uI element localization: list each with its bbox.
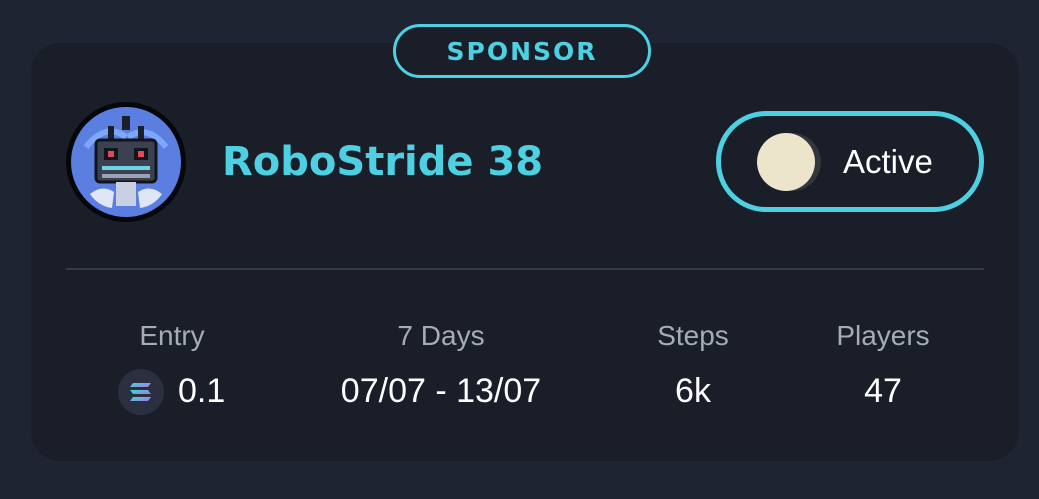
challenge-title: RoboStride 38 — [222, 139, 544, 185]
toggle-knob[interactable] — [757, 133, 815, 191]
sponsor-badge-label: SPONSOR — [446, 36, 598, 66]
robot-avatar-graphic — [71, 107, 181, 217]
duration-label: 7 Days — [397, 320, 485, 351]
steps-label: Steps — [657, 320, 729, 351]
divider — [66, 268, 984, 270]
steps-value: 6k — [675, 372, 711, 410]
sponsor-badge: SPONSOR — [393, 24, 651, 78]
solana-icon-graphic — [130, 383, 151, 401]
active-toggle[interactable]: Active — [716, 111, 984, 212]
solana-icon — [118, 369, 164, 415]
players-value: 47 — [864, 372, 902, 410]
entry-value: 0.1 — [178, 372, 226, 410]
entry-label: Entry — [139, 320, 205, 351]
players-label: Players — [836, 320, 930, 351]
toggle-label: Active — [843, 143, 933, 180]
duration-value: 07/07 - 13/07 — [340, 372, 542, 410]
robot-avatar-icon — [66, 102, 186, 222]
